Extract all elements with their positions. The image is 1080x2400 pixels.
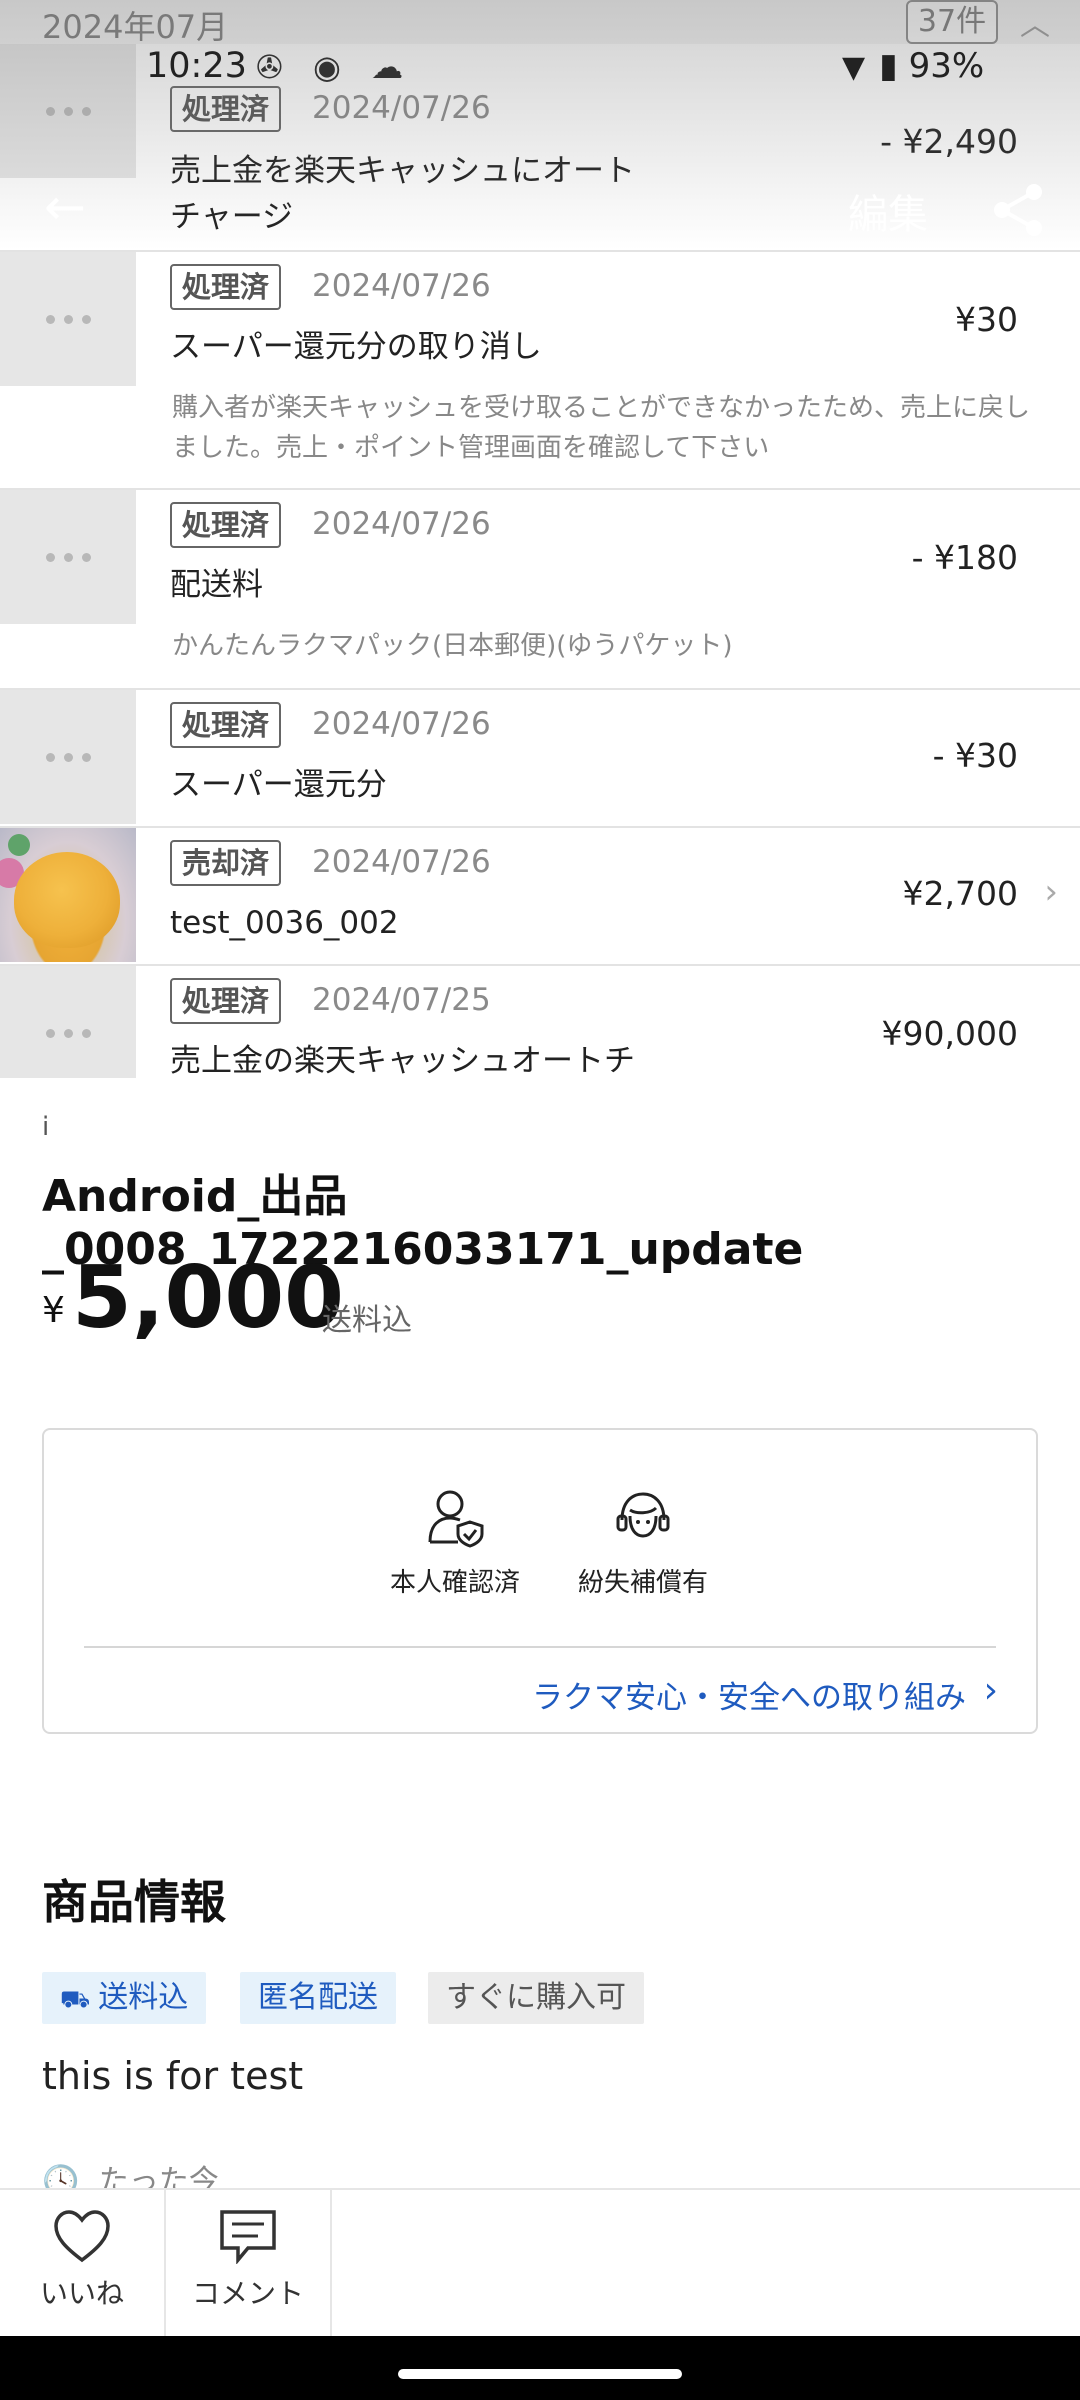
edit-button[interactable]: 編集 xyxy=(848,182,928,240)
dots-icon xyxy=(0,690,136,824)
transaction-row[interactable]: 処理済 2024/07/26 配送料 - ¥180 かんたんラクマパック(日本郵… xyxy=(0,490,1080,690)
comment-label: コメント xyxy=(191,2277,304,2310)
tag-shipping-included: ⛟ 送料込 xyxy=(42,1972,207,2024)
section-title-product-info: 商品情報 xyxy=(42,1875,226,1929)
transaction-date: 2024/07/26 xyxy=(312,706,491,742)
transaction-row[interactable]: 処理済 2024/07/26 スーパー還元分の取り消し ¥30 購入者が楽天キャ… xyxy=(0,252,1080,490)
system-nav-bar xyxy=(0,2336,1080,2400)
truck-icon: ⛟ xyxy=(60,1985,91,2013)
badge-label: 本人確認済 xyxy=(389,1568,520,1598)
heart-icon xyxy=(54,2210,110,2263)
product-description: this is for test xyxy=(42,2054,304,2098)
transaction-row[interactable]: 処理済 2024/07/25 売上金の楽天キャッシュオートチ ¥90,000 xyxy=(0,966,1080,1078)
transaction-note: 購入者が楽天キャッシュを受け取ることができなかったため、売上に戻しました。売上・… xyxy=(172,393,1031,463)
verified-person-icon xyxy=(428,1490,484,1548)
transaction-title: 配送料 xyxy=(170,567,263,603)
like-label: いいね xyxy=(39,2277,124,2310)
safety-panel: 本人確認済 紛失補償有 ラクマ安心・安全への取り組み › xyxy=(42,1428,1038,1734)
dots-icon xyxy=(0,252,136,386)
tag-label: 送料込 xyxy=(98,1980,189,2015)
transaction-date: 2024/07/26 xyxy=(312,268,491,304)
product-price: 5,000 xyxy=(72,1248,345,1348)
price-currency: ¥ xyxy=(42,1290,65,1331)
identity-verified-badge: 本人確認済 xyxy=(380,1486,530,1599)
transaction-history-panel: 2024年07月 37件 ︿ 処理済 2024/07/26 売上金を楽天キャッシ… xyxy=(0,0,1080,1078)
notification-icons: ✇ ◉ ☁ xyxy=(256,48,414,86)
dots-icon xyxy=(0,44,136,178)
support-agent-icon xyxy=(616,1492,670,1538)
count-badge: 37件 xyxy=(906,0,998,44)
price-shipping-note: 送料込 xyxy=(322,1303,412,1338)
info-mark: i xyxy=(42,1112,50,1142)
transaction-date: 2024/07/25 xyxy=(312,982,491,1018)
transaction-amount: ¥90,000 xyxy=(881,1014,1018,1053)
transaction-title: test_0036_002 xyxy=(170,905,399,941)
dots-icon xyxy=(0,490,136,624)
share-icon[interactable] xyxy=(990,182,1046,238)
back-arrow-icon[interactable]: ← xyxy=(44,178,86,236)
status-badge: 処理済 xyxy=(170,502,282,548)
battery-level: 93% xyxy=(908,46,985,86)
transaction-amount: - ¥2,490 xyxy=(880,122,1018,161)
safety-initiative-link[interactable]: ラクマ安心・安全への取り組み xyxy=(532,1672,966,1717)
transaction-amount: - ¥180 xyxy=(911,538,1018,577)
tag-anonymous-shipping: 匿名配送 xyxy=(240,1972,396,2024)
transaction-date: 2024/07/26 xyxy=(312,506,491,542)
badge-label: 紛失補償有 xyxy=(577,1568,708,1598)
transaction-amount: - ¥30 xyxy=(932,736,1018,775)
transaction-date: 2024/07/26 xyxy=(312,844,491,880)
tag-label: すぐに購入可 xyxy=(446,1980,626,2015)
transaction-date: 2024/07/26 xyxy=(312,90,491,126)
chevron-right-icon: › xyxy=(1044,872,1058,912)
status-badge: 処理済 xyxy=(170,702,282,748)
product-thumbnail xyxy=(0,828,136,962)
status-badge: 処理済 xyxy=(170,978,282,1024)
transaction-amount: ¥2,700 xyxy=(902,874,1018,913)
transaction-note: かんたんラクマパック(日本郵便)(ゆうパケット) xyxy=(172,631,733,661)
tag-label: 匿名配送 xyxy=(258,1980,378,2015)
wifi-icon: ▼ xyxy=(842,50,866,85)
status-time: 10:23 xyxy=(146,46,247,86)
transaction-title: 売上金を楽天キャッシュにオートチャージ xyxy=(170,153,635,235)
transaction-row[interactable]: 処理済 2024/07/26 スーパー還元分 - ¥30 xyxy=(0,690,1080,828)
chevron-right-icon[interactable]: › xyxy=(984,1670,998,1711)
comment-icon xyxy=(220,2210,276,2264)
transaction-amount: ¥30 xyxy=(955,300,1018,339)
chevron-up-icon[interactable]: ︿ xyxy=(1020,0,1050,44)
status-indicators: ▼ ▮ 93% xyxy=(842,46,984,86)
transaction-title: 売上金の楽天キャッシュオートチ xyxy=(170,1043,635,1078)
bottom-action-bar: いいね コメント xyxy=(0,2188,1080,2338)
dots-icon xyxy=(0,966,136,1078)
tag-instant-purchase: すぐに購入可 xyxy=(428,1972,644,2024)
transaction-title: スーパー還元分の取り消し xyxy=(170,329,542,365)
comment-button[interactable]: コメント xyxy=(166,2190,332,2338)
transaction-title: スーパー還元分 xyxy=(170,767,387,803)
like-button[interactable]: いいね xyxy=(0,2190,166,2338)
transaction-row-sold-item[interactable]: 売却済 2024/07/26 test_0036_002 ¥2,700 › xyxy=(0,828,1080,966)
divider xyxy=(84,1646,996,1648)
status-badge: 売却済 xyxy=(170,840,282,886)
loss-compensation-badge: 紛失補償有 xyxy=(568,1486,718,1599)
month-label: 2024年07月 xyxy=(42,8,229,46)
month-header: 2024年07月 37件 ︿ xyxy=(0,0,1080,46)
battery-icon: ▮ xyxy=(879,46,898,86)
status-badge: 処理済 xyxy=(170,86,282,132)
gesture-handle[interactable] xyxy=(398,2369,682,2379)
status-badge: 処理済 xyxy=(170,264,282,310)
